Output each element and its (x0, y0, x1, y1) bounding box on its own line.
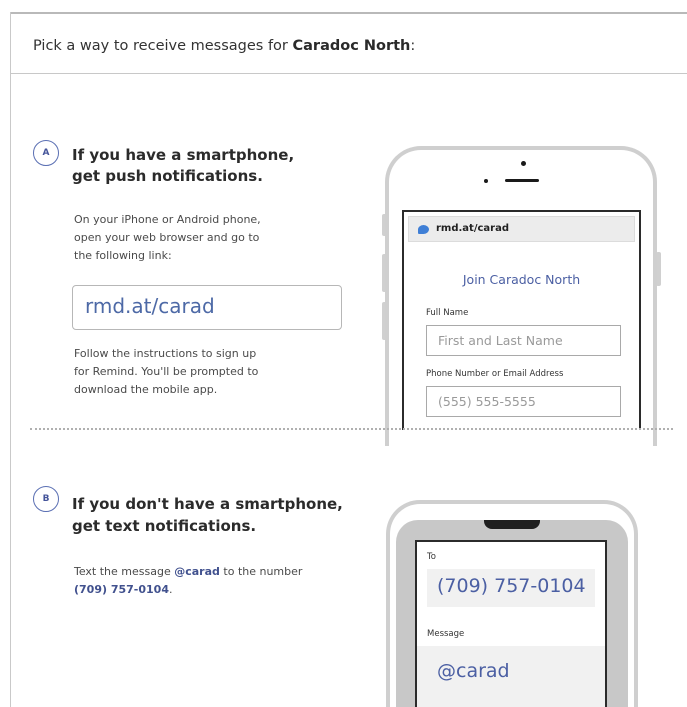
text-instruction-pre: Text the message (74, 565, 175, 578)
follow-up-line-1: Follow the instructions to sign up (74, 347, 257, 360)
phone-camera-icon (521, 161, 526, 166)
header-suffix: : (410, 38, 416, 54)
full-name-placeholder: First and Last Name (438, 333, 563, 348)
browser-url-text: rmd.at/carad (436, 223, 510, 234)
text-instruction-end: . (169, 583, 173, 596)
follow-up-line-3: download the mobile app. (74, 383, 218, 396)
sms-message-label: Message (427, 629, 465, 639)
text-code: @carad (174, 565, 220, 578)
option-a-title-line1: If you have a smartphone, (72, 146, 295, 164)
frame-left-border (10, 12, 11, 707)
option-a-title-line2: get push notifications. (72, 167, 263, 185)
option-b-title-line1: If you don't have a smartphone, (72, 494, 343, 515)
option-b-title-pre: If you (72, 495, 126, 513)
follow-up-line-2: for Remind. You'll be prompted to (74, 365, 259, 378)
link-box[interactable]: rmd.at/carad (72, 285, 342, 330)
phone-speaker-icon (505, 179, 539, 182)
option-b-title-post: have a smartphone, (168, 495, 343, 513)
full-name-input: First and Last Name (426, 325, 621, 356)
sms-number: (709) 757-0104 (437, 575, 586, 597)
phone-sensor-icon (484, 179, 488, 183)
remind-logo-icon (418, 225, 429, 234)
text-instruction-line-2: (709) 757-0104. (74, 581, 173, 599)
section-divider (30, 428, 673, 430)
contact-label: Phone Number or Email Address (426, 369, 564, 379)
feature-phone-notch (484, 520, 540, 529)
header-bar: Pick a way to receive messages for Carad… (11, 14, 687, 74)
text-number: (709) 757-0104 (74, 583, 169, 596)
feature-phone-screen: To (709) 757-0104 Message @carad (415, 540, 607, 707)
smartphone-screen: rmd.at/carad Join Caradoc North Full Nam… (402, 210, 641, 430)
class-name: Caradoc North (292, 38, 411, 54)
sms-to-label: To (427, 552, 436, 562)
sms-message-text: @carad (437, 660, 510, 682)
option-b-badge: B (33, 486, 59, 512)
remind-link[interactable]: rmd.at/carad (85, 294, 215, 318)
header-prefix: Pick a way to receive messages for (33, 38, 293, 54)
option-a-badge: A (33, 140, 59, 166)
full-name-label: Full Name (426, 308, 469, 318)
browser-url-bar: rmd.at/carad (408, 216, 635, 242)
instruction-line-3: the following link: (74, 249, 172, 262)
option-b-title-line2: get text notifications. (72, 517, 257, 535)
text-instruction-mid: to the number (219, 565, 303, 578)
instruction-line-2: open your web browser and go to (74, 231, 260, 244)
sms-message-field: @carad (417, 646, 605, 707)
sms-to-field: (709) 757-0104 (427, 569, 595, 607)
instruction-line-1: On your iPhone or Android phone, (74, 213, 261, 226)
option-b-title-strong: don't (125, 495, 169, 513)
join-class-title: Join Caradoc North (462, 272, 581, 287)
text-instruction-line-1: Text the message @carad to the number (74, 563, 302, 581)
contact-input: (555) 555-5555 (426, 386, 621, 417)
contact-placeholder: (555) 555-5555 (438, 394, 536, 409)
header-text: Pick a way to receive messages for Carad… (33, 38, 415, 54)
